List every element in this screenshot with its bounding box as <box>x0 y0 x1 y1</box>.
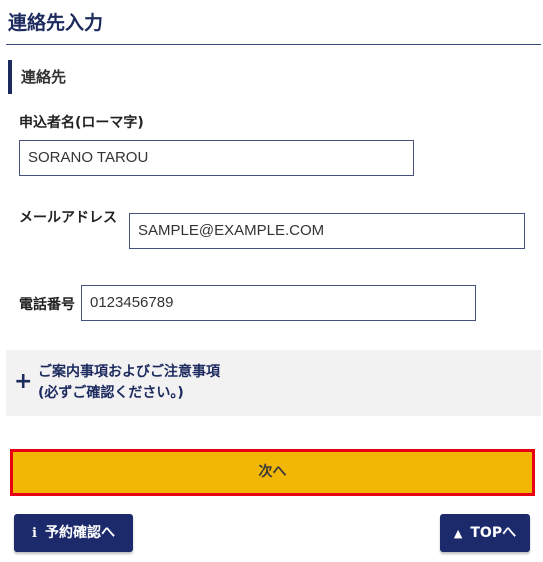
email-label: メールアドレス <box>19 210 117 226</box>
next-button[interactable]: 次へ <box>10 449 535 496</box>
info-icon: i <box>32 526 37 541</box>
top-button-label: TOPへ <box>470 525 517 541</box>
notice-title: ご案内事項およびご注意事項 (必ずご確認ください。) <box>38 362 220 404</box>
name-label: 申込者名(ローマ字) <box>19 115 144 131</box>
top-button[interactable]: ▲ TOPへ <box>440 514 530 552</box>
title-divider <box>6 44 541 45</box>
phone-input[interactable]: 0123456789 <box>81 285 476 321</box>
home-icon: ▲ <box>453 527 463 540</box>
section-heading: 連絡先 <box>8 60 66 94</box>
plus-icon: + <box>14 369 33 394</box>
reservation-check-button[interactable]: i 予約確認へ <box>14 514 133 552</box>
reservation-check-label: 予約確認へ <box>44 525 115 541</box>
notice-accordion[interactable]: + ご案内事項およびご注意事項 (必ずご確認ください。) <box>6 350 541 416</box>
page-title: 連絡先入力 <box>8 12 104 34</box>
email-input[interactable]: SAMPLE@EXAMPLE.COM <box>129 213 525 249</box>
notice-title-line1: ご案内事項およびご注意事項 <box>38 364 220 380</box>
notice-title-line2: (必ずご確認ください。) <box>38 385 184 401</box>
phone-label: 電話番号 <box>19 297 75 313</box>
name-input[interactable]: SORANO TAROU <box>19 140 414 176</box>
